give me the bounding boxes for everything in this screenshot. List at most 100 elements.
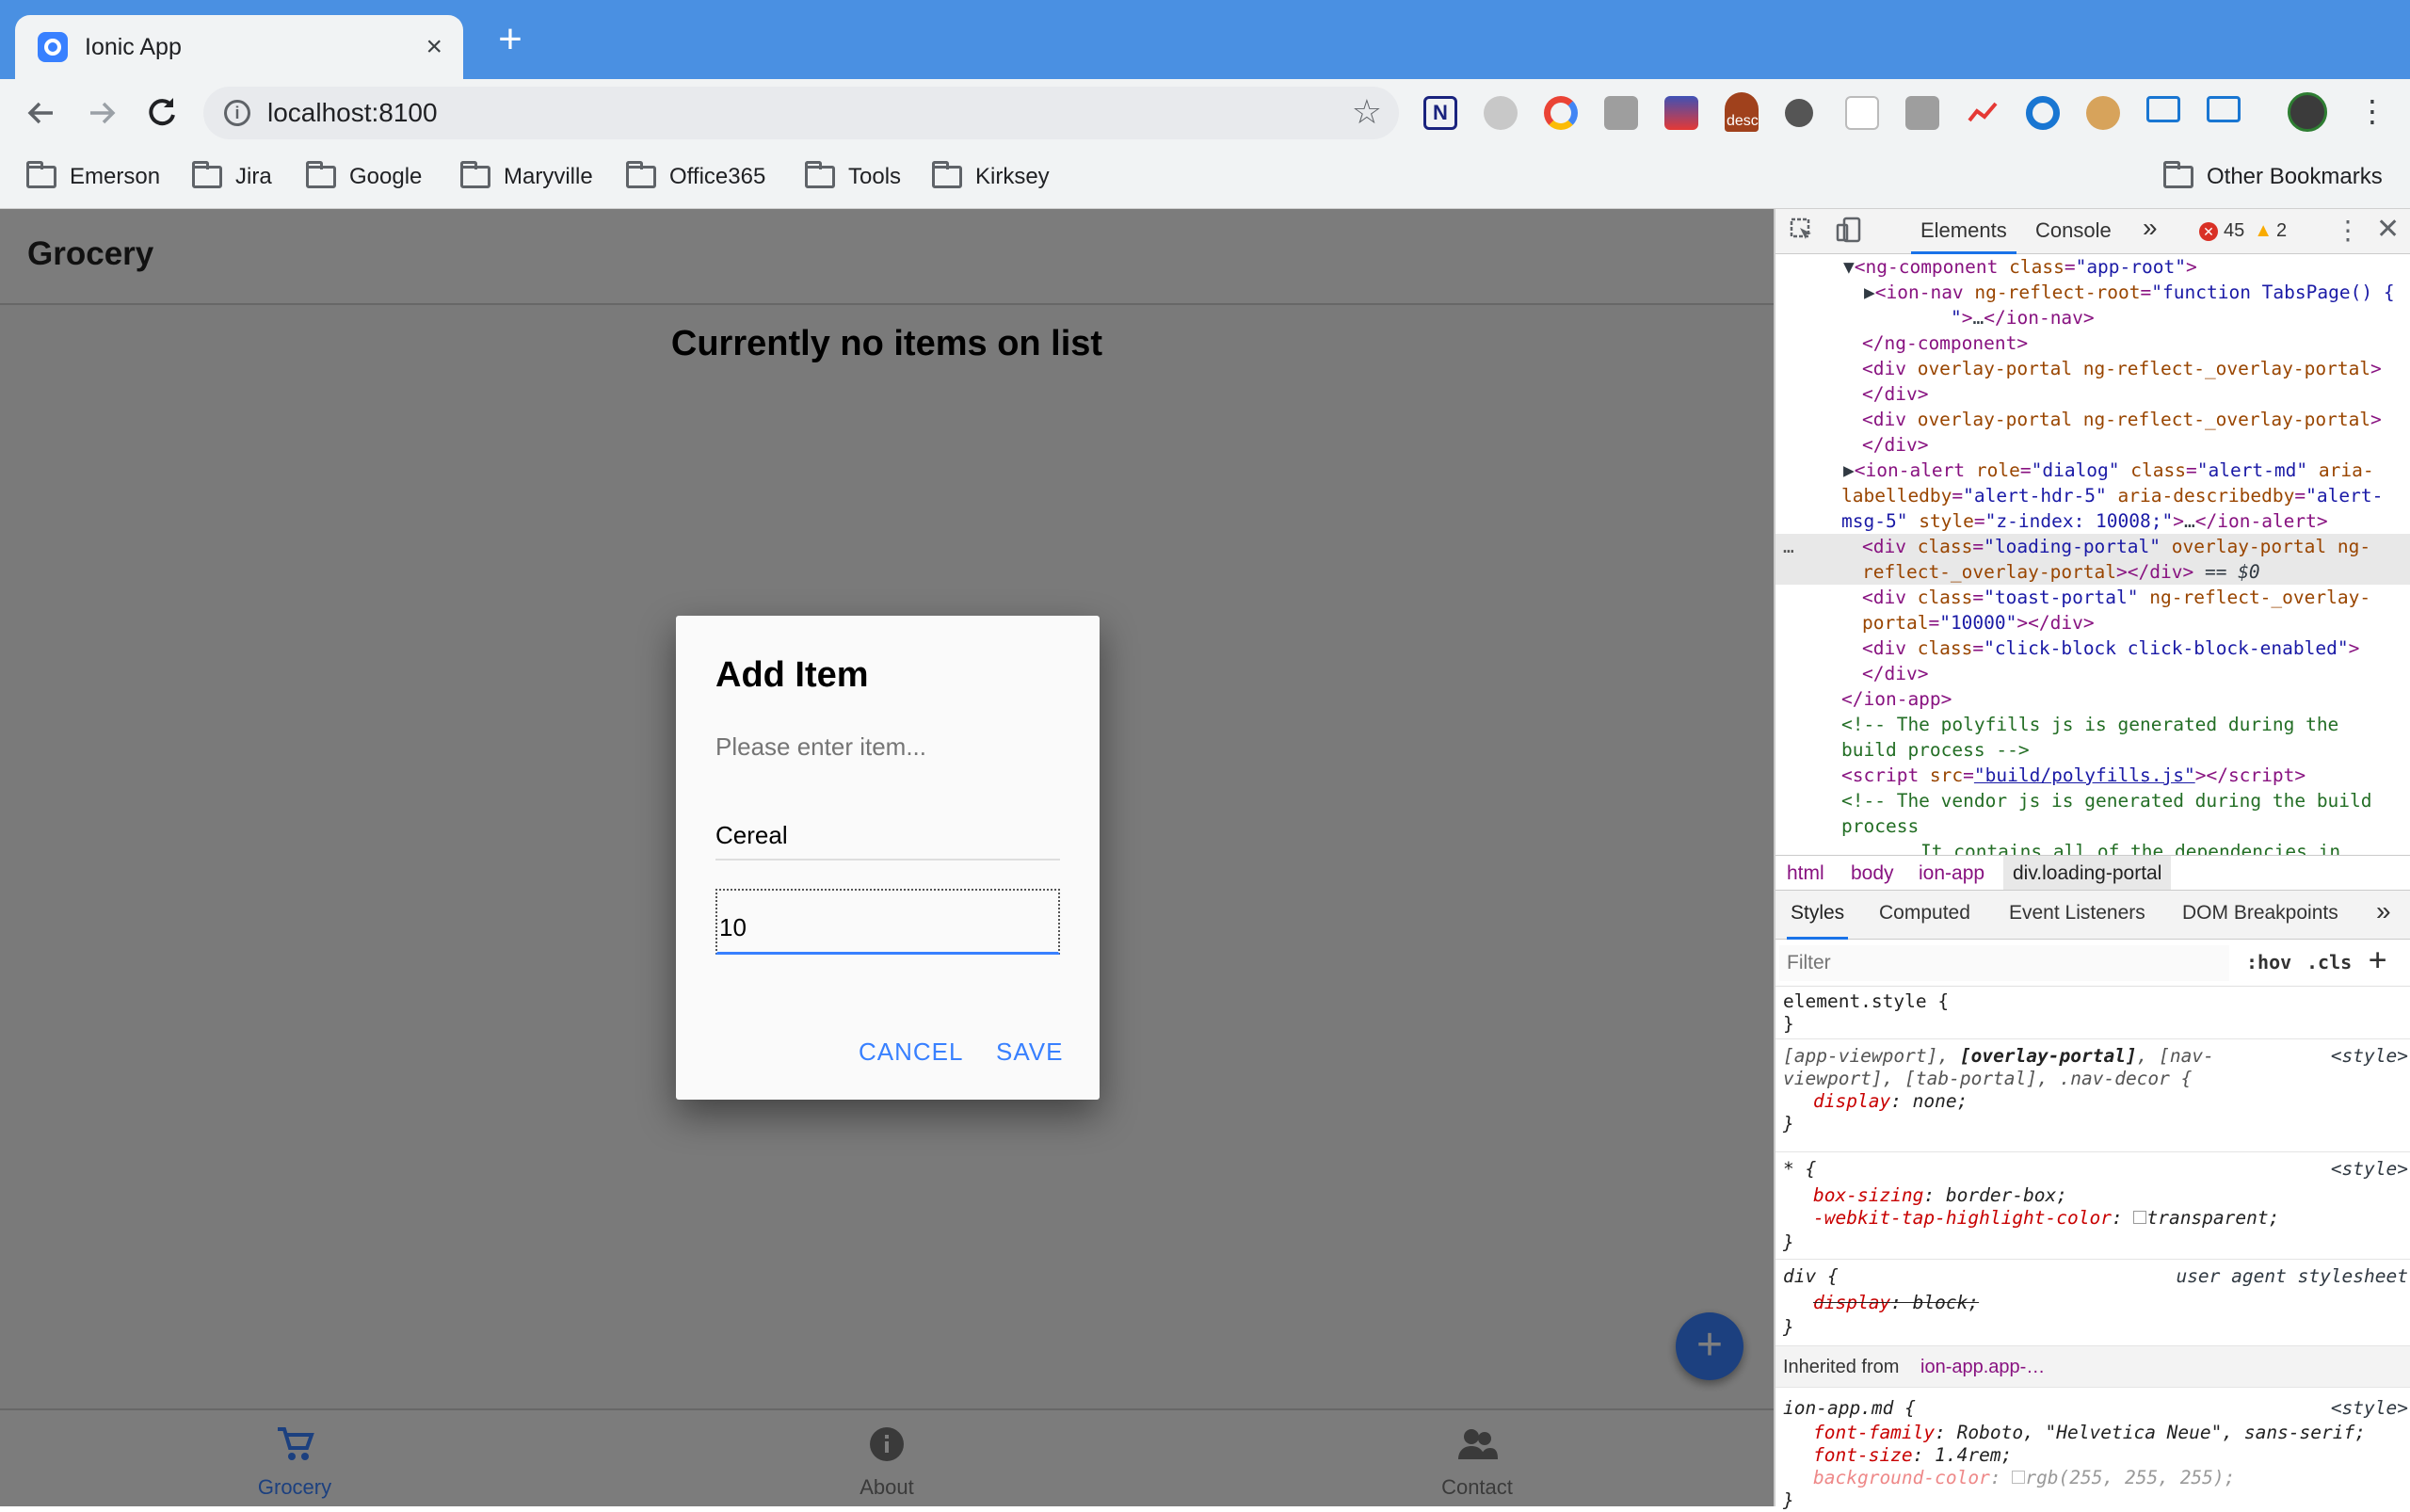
extension-sphere-icon[interactable]	[1785, 99, 1813, 127]
device-toolbar-icon[interactable]	[1836, 217, 1862, 249]
dom-line[interactable]: <div class="click-block click-block-enab…	[1862, 635, 2359, 661]
hover-state-toggle[interactable]: :hov	[2246, 951, 2291, 973]
dom-line[interactable]: <div class="loading-portal" overlay-port…	[1862, 534, 2370, 559]
bookmarks-bar: Emerson Jira Google Maryville Office365 …	[0, 147, 2410, 209]
dom-line[interactable]: ▼<ng-component class="app-root">	[1843, 254, 2197, 280]
item-quantity-input[interactable]	[715, 889, 1060, 955]
error-count: 45	[2224, 220, 2245, 241]
address-bar[interactable]: i localhost:8100 ☆	[203, 87, 1399, 139]
subtab-dom-breakpoints[interactable]: DOM Breakpoints	[2182, 902, 2338, 925]
dom-line-ellipsis: …	[1783, 536, 1794, 557]
more-subtabs-icon[interactable]: »	[2376, 896, 2391, 926]
new-tab-button[interactable]: +	[488, 19, 533, 64]
bookmark-google[interactable]: Google	[306, 160, 422, 194]
subtab-event-listeners[interactable]: Event Listeners	[2009, 902, 2145, 925]
rule-overlay-portal[interactable]: [app-viewport], [overlay-portal], [nav- …	[1775, 1039, 2410, 1152]
extension-c-icon[interactable]	[1544, 96, 1578, 130]
crumb-body[interactable]: body	[1851, 862, 1894, 885]
save-button[interactable]: SAVE	[996, 1037, 1063, 1067]
tab-close-icon[interactable]: ×	[426, 31, 442, 63]
styles-filter-input[interactable]	[1779, 945, 2229, 981]
inherited-from-link[interactable]: ion-app.app-…	[1920, 1356, 2045, 1378]
dom-line: ">…</ion-nav>	[1951, 307, 2095, 329]
extension-cookie-icon[interactable]	[2086, 96, 2120, 130]
extension-globe-icon[interactable]	[1484, 96, 1518, 130]
rule-universal[interactable]: * { <style> box-sizing: border-box; -web…	[1775, 1152, 2410, 1260]
crumb-html[interactable]: html	[1787, 862, 1824, 885]
devtools-toolbar: Elements Console » ✕ 45 ▲ 2 ⋮ ✕	[1775, 209, 2410, 254]
folder-icon	[805, 161, 835, 188]
bookmark-tools[interactable]: Tools	[805, 160, 901, 194]
extension-badge: desc	[1727, 113, 1759, 129]
bookmark-label: Office365	[669, 164, 766, 189]
dom-line: </div>	[1862, 434, 1929, 456]
add-rule-icon[interactable]: +	[2369, 941, 2386, 977]
bookmark-office365[interactable]: Office365	[626, 160, 765, 194]
dom-line[interactable]: <div overlay-portal ng-reflect-_overlay-…	[1862, 356, 2382, 381]
extension-n-icon[interactable]: N	[1423, 96, 1457, 130]
dom-line: process	[1841, 815, 1920, 837]
profile-avatar[interactable]	[2288, 92, 2327, 132]
devtools-menu-icon[interactable]: ⋮	[2335, 215, 2361, 246]
dom-line[interactable]: <!-- The vendor js is generated during t…	[1841, 788, 2372, 813]
dom-line[interactable]: ▶<ion-alert role="dialog" class="alert-m…	[1843, 458, 2374, 483]
bookmark-star-icon[interactable]: ☆	[1352, 92, 1382, 132]
dom-line[interactable]: ▶<ion-nav ng-reflect-root="function Tabs…	[1864, 280, 2395, 305]
app-viewport: Grocery Currently no items on list + Gro…	[0, 209, 1774, 1506]
dom-line[interactable]: <script src="build/polyfills.js"></scrip…	[1841, 763, 2306, 788]
inspect-element-icon[interactable]	[1789, 217, 1815, 249]
crumb-selected[interactable]: div.loading-portal	[2003, 856, 2172, 890]
cancel-button[interactable]: CANCEL	[859, 1037, 963, 1067]
bookmark-maryville[interactable]: Maryville	[460, 160, 593, 194]
back-button[interactable]	[19, 90, 64, 136]
more-tabs-icon[interactable]: »	[2143, 213, 2158, 243]
inherited-label: Inherited from	[1783, 1357, 1900, 1377]
error-icon: ✕	[2199, 221, 2218, 241]
reload-button[interactable]	[139, 90, 185, 136]
dom-line: </div>	[1862, 383, 1929, 405]
extension-camera-icon[interactable]	[1604, 96, 1638, 130]
other-bookmarks[interactable]: Other Bookmarks	[2163, 160, 2383, 194]
elements-tree[interactable]: ▼<ng-component class="app-root"> ▶<ion-n…	[1775, 254, 2410, 855]
tab-console[interactable]: Console	[2035, 218, 2112, 243]
crumb-ion-app[interactable]: ion-app	[1919, 862, 1984, 885]
subtab-styles[interactable]: Styles	[1787, 902, 1849, 940]
browser-tab[interactable]: Ionic App ×	[15, 15, 463, 79]
dom-line[interactable]: <div class="toast-portal" ng-reflect-_ov…	[1862, 585, 2370, 610]
class-toggle[interactable]: .cls	[2306, 951, 2352, 973]
bookmark-label: Jira	[235, 164, 272, 189]
bookmark-label: Kirksey	[975, 164, 1050, 189]
forward-button[interactable]	[79, 90, 124, 136]
browser-menu-icon[interactable]: ⋮	[2357, 92, 2387, 132]
extension-screen-icon[interactable]	[2146, 96, 2180, 122]
extension-page-icon[interactable]	[1845, 96, 1879, 130]
extension-desc-icon[interactable]: desc	[1725, 92, 1759, 132]
rule-element-style[interactable]: element.style { }	[1775, 987, 2410, 1039]
rule-ion-app-md[interactable]: ion-app.md { <style> font-family: Roboto…	[1775, 1388, 2410, 1511]
extension-chart-icon[interactable]	[1966, 96, 2000, 130]
warning-icon: ▲	[2254, 220, 2273, 241]
dom-line[interactable]: </ion-app>	[1841, 686, 1952, 712]
bookmark-jira[interactable]: Jira	[192, 160, 272, 194]
dom-line[interactable]: <div overlay-portal ng-reflect-_overlay-…	[1862, 407, 2382, 432]
item-name-input[interactable]	[715, 812, 1060, 861]
bookmark-kirksey[interactable]: Kirksey	[932, 160, 1050, 194]
dom-line[interactable]: </ng-component>	[1862, 330, 2028, 356]
folder-icon	[932, 161, 962, 188]
subtab-computed[interactable]: Computed	[1879, 902, 1970, 925]
bookmark-emerson[interactable]: Emerson	[26, 160, 160, 194]
extension-code-icon[interactable]	[1905, 96, 1939, 130]
issues-counter[interactable]: ✕ 45 ▲ 2	[2199, 220, 2287, 242]
tab-elements[interactable]: Elements	[1911, 218, 2016, 254]
extension-ring-icon[interactable]	[2026, 96, 2060, 130]
dom-line[interactable]: <!-- The polyfills js is generated durin…	[1841, 712, 2338, 737]
dom-breadcrumb: html body ion-app div.loading-portal	[1775, 855, 2410, 891]
folder-icon	[460, 161, 490, 188]
rule-div-user-agent[interactable]: div { user agent stylesheet display: blo…	[1775, 1260, 2410, 1346]
extension-lighthouse-icon[interactable]	[1664, 96, 1698, 130]
bookmark-label: Emerson	[70, 164, 161, 189]
styles-rules: element.style { } [app-viewport], [overl…	[1775, 987, 2410, 1511]
site-info-icon[interactable]: i	[224, 100, 250, 126]
extension-cast-icon[interactable]	[2207, 96, 2241, 122]
devtools-close-icon[interactable]: ✕	[2376, 213, 2400, 246]
